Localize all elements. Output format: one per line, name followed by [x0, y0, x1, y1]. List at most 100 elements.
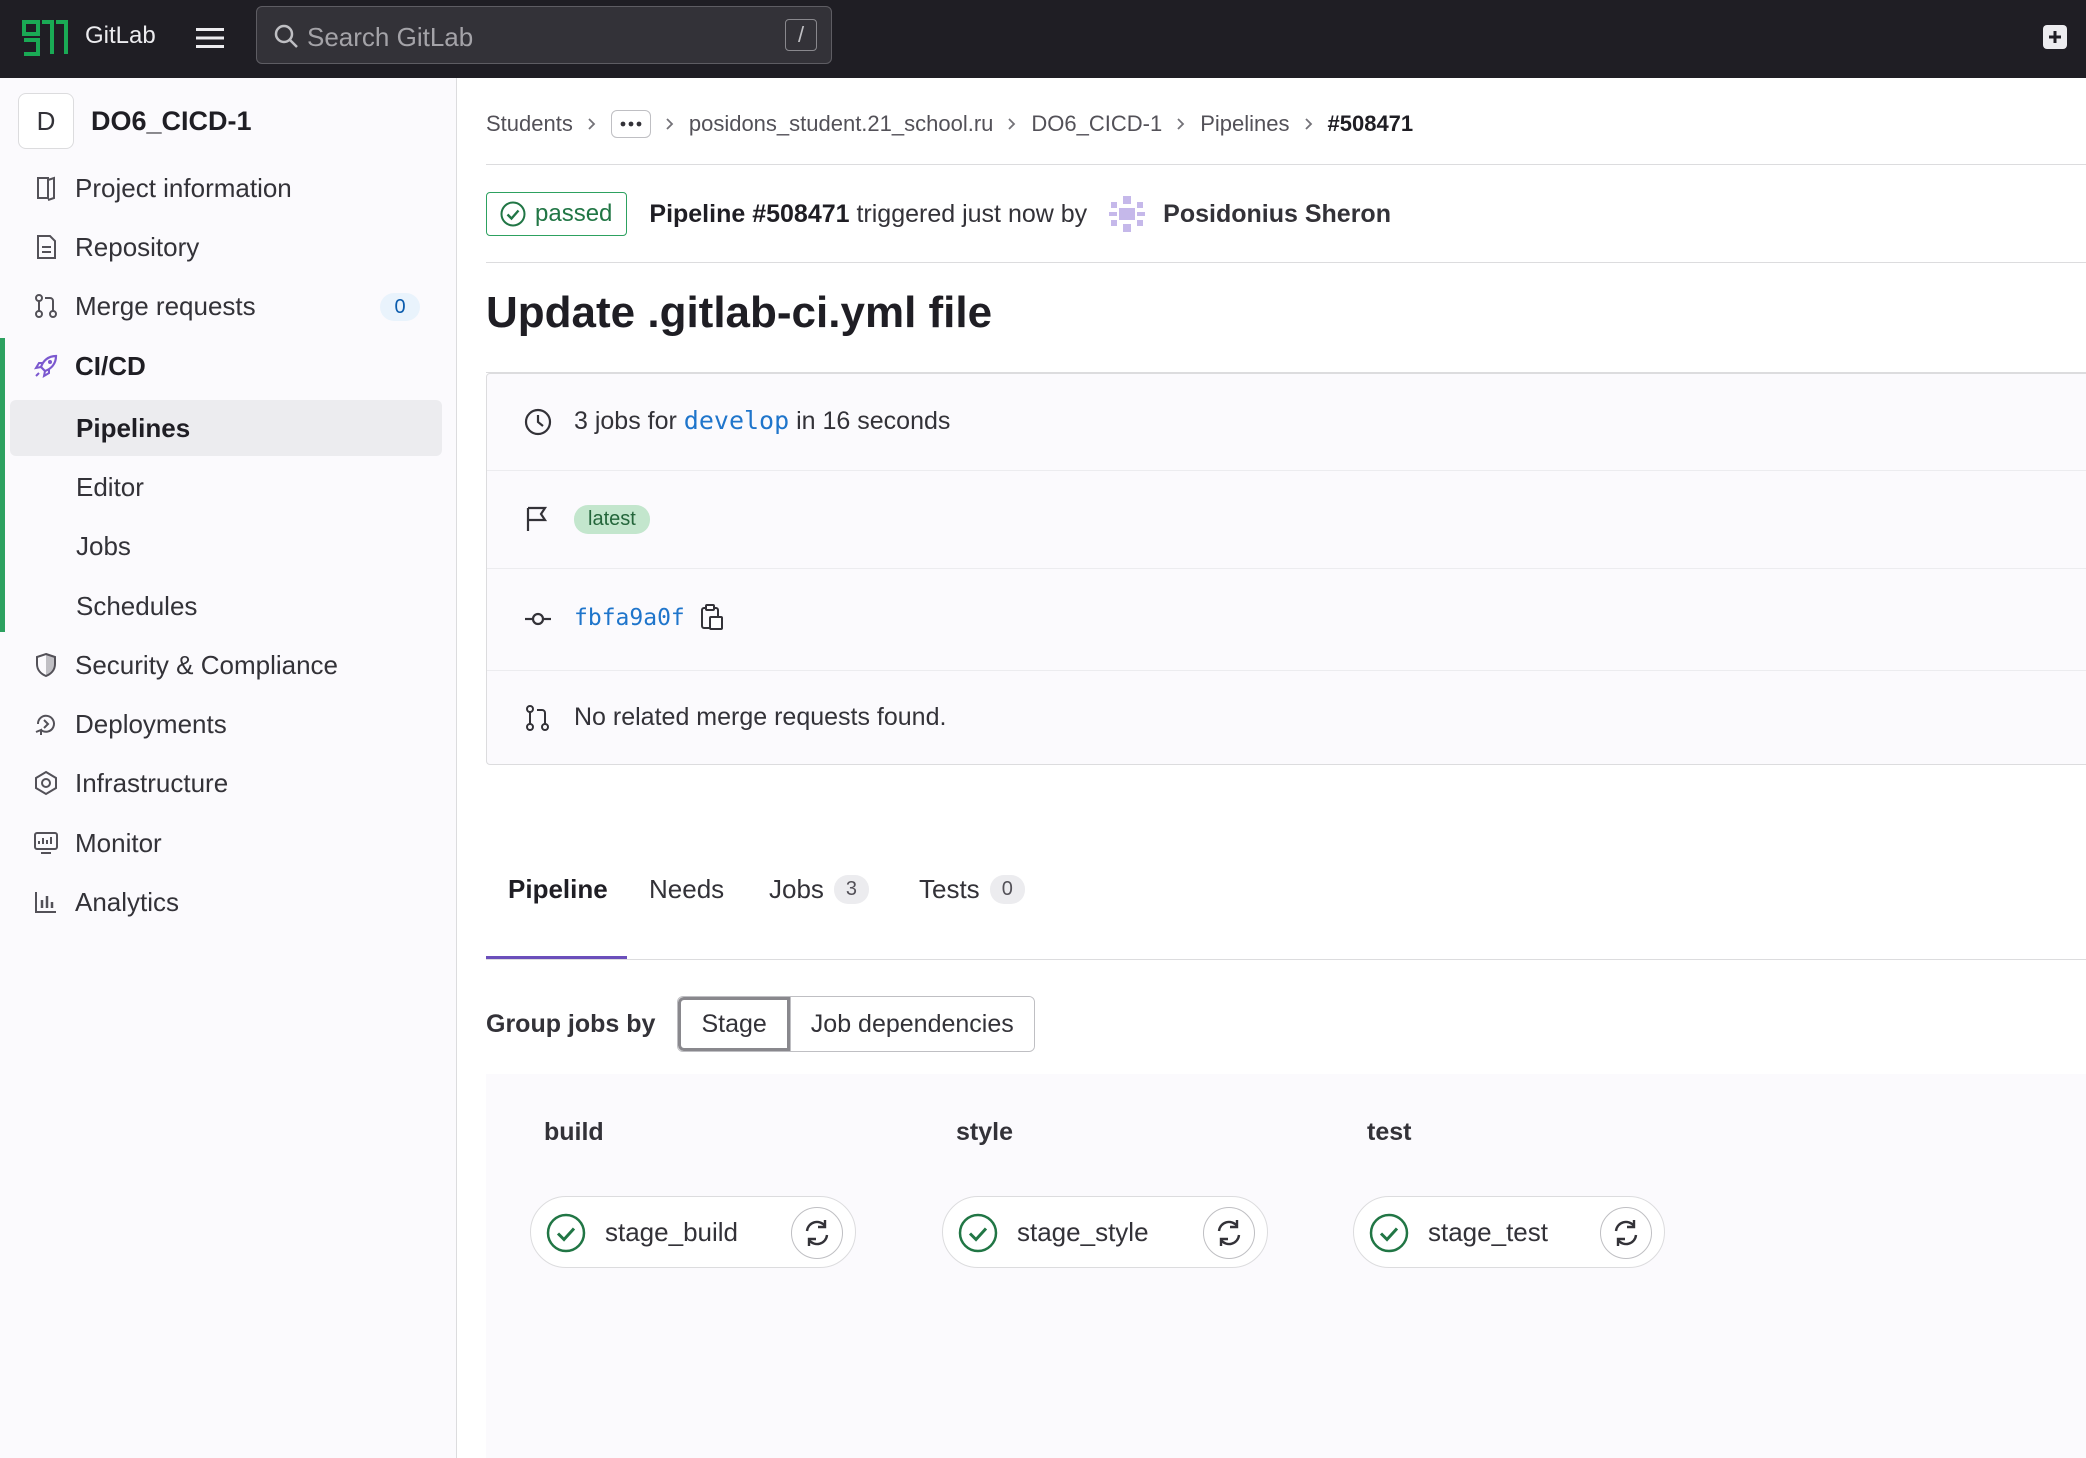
job-stage-test[interactable]: stage_test [1353, 1196, 1665, 1268]
latest-tag: latest [574, 505, 650, 534]
sidebar-item-label: Deployments [75, 709, 227, 739]
sidebar-item-repository[interactable]: Repository [10, 219, 442, 275]
logo-icon[interactable] [22, 18, 70, 58]
retry-button[interactable] [1600, 1207, 1652, 1259]
stage-column-build: build [486, 1118, 604, 1147]
sidebar-item-analytics[interactable]: Analytics [10, 874, 442, 930]
retry-icon [805, 1220, 829, 1246]
sidebar: D DO6_CICD-1 Project information Reposit… [0, 78, 457, 1458]
divider [486, 959, 2086, 960]
no-merge-requests-text: No related merge requests found. [574, 703, 947, 731]
search-shortcut: / [785, 19, 817, 51]
tab-tests[interactable]: Tests 0 [919, 818, 1025, 960]
shield-icon [36, 652, 56, 678]
jobs-count-text: 3 jobs for [574, 407, 677, 435]
tab-label: Needs [649, 873, 725, 904]
sidebar-item-security-compliance[interactable]: Security & Compliance [10, 637, 442, 693]
search-icon [274, 24, 298, 48]
divider [486, 262, 2086, 263]
jobs-summary: 3 jobs for develop in 16 seconds [574, 406, 950, 436]
pipeline-triggered-text: triggered just now by [856, 199, 1088, 228]
sidebar-item-schedules[interactable]: Schedules [10, 578, 442, 634]
project-header[interactable]: D DO6_CICD-1 [18, 88, 252, 154]
search-placeholder: Search GitLab [307, 22, 474, 52]
retry-button[interactable] [791, 1207, 843, 1259]
tags: latest [574, 503, 650, 534]
job-name: stage_style [1017, 1217, 1149, 1247]
breadcrumb-item[interactable]: DO6_CICD-1 [1031, 111, 1162, 137]
job-stage-style[interactable]: stage_style [942, 1196, 1268, 1268]
status-badge[interactable]: passed [486, 192, 628, 236]
sidebar-item-jobs[interactable]: Jobs [10, 518, 442, 574]
stage-title: test [1367, 1118, 1412, 1146]
main-content: Students posidons_student.21_school.ru D… [486, 78, 2086, 1458]
status-label: passed [535, 200, 613, 227]
sidebar-item-monitor[interactable]: Monitor [10, 815, 442, 871]
triggered-by-user[interactable]: Posidonius Sheron [1163, 200, 1391, 229]
branch-link[interactable]: develop [684, 406, 789, 435]
retry-button[interactable] [1203, 1207, 1255, 1259]
job-name: stage_build [605, 1217, 738, 1247]
sidebar-item-deployments[interactable]: Deployments [10, 696, 442, 752]
sidebar-item-label: Editor [76, 472, 144, 502]
sidebar-item-label: Monitor [75, 828, 162, 858]
copy-icon[interactable] [699, 603, 725, 633]
retry-icon [1217, 1220, 1241, 1246]
stage-title: build [544, 1118, 604, 1146]
sidebar-item-label: Project information [75, 173, 292, 203]
sidebar-item-merge-requests[interactable]: Merge requests 0 [10, 278, 442, 334]
group-by-job-dependencies-button[interactable]: Job dependencies [789, 997, 1034, 1051]
commit-sha: fbfa9a0f [574, 603, 725, 633]
breadcrumb: Students posidons_student.21_school.ru D… [486, 104, 1413, 144]
chevron-right-icon [1304, 118, 1312, 130]
tags-row: latest [487, 471, 2086, 567]
stage-column-style: style [898, 1118, 1013, 1147]
job-stage-build[interactable]: stage_build [530, 1196, 856, 1268]
tab-needs[interactable]: Needs [649, 818, 724, 960]
merge-requests-row: No related merge requests found. [487, 671, 2086, 765]
sidebar-item-cicd[interactable]: CI/CD [10, 338, 442, 394]
sidebar-item-label: Jobs [76, 531, 131, 561]
cicd-active-indicator [0, 338, 5, 632]
breadcrumb-current[interactable]: #508471 [1328, 111, 1414, 137]
page-title: Update .gitlab-ci.yml file [486, 288, 993, 337]
project-information-icon [37, 176, 55, 201]
breadcrumb-item[interactable]: Pipelines [1200, 111, 1289, 137]
sidebar-item-pipelines[interactable]: Pipelines [10, 400, 442, 456]
tab-pipeline[interactable]: Pipeline [508, 818, 608, 960]
brand-name[interactable]: GitLab [85, 22, 156, 50]
group-by-toggle: Stage Job dependencies [677, 996, 1035, 1052]
divider [486, 164, 2086, 165]
status-success-icon [958, 1213, 998, 1253]
new-item-icon[interactable] [2040, 22, 2070, 52]
breadcrumb-item[interactable]: Students [486, 111, 573, 137]
sidebar-item-label: Repository [75, 232, 200, 262]
sidebar-item-label: Infrastructure [75, 768, 229, 798]
tests-count-badge: 0 [989, 874, 1025, 904]
sidebar-item-label: Analytics [75, 887, 180, 917]
group-by-stage-button[interactable]: Stage [678, 997, 790, 1051]
sidebar-item-infrastructure[interactable]: Infrastructure [10, 755, 442, 811]
group-jobs-by: Group jobs by Stage Job dependencies [486, 996, 1035, 1052]
menu-icon[interactable] [194, 24, 226, 52]
sidebar-item-label: Security & Compliance [75, 650, 338, 680]
pipeline-summary: Pipeline #508471 triggered just now by [649, 200, 1087, 229]
search-input[interactable]: Search GitLab / [256, 6, 832, 64]
commit-sha-link[interactable]: fbfa9a0f [574, 605, 685, 631]
tab-label: Tests [919, 873, 980, 904]
duration-text: in 16 seconds [796, 407, 951, 435]
jobs-count-badge: 3 [833, 874, 870, 904]
flag-icon [526, 506, 548, 531]
sidebar-item-project-information[interactable]: Project information [10, 160, 442, 216]
breadcrumb-item[interactable]: posidons_student.21_school.ru [689, 111, 994, 137]
user-avatar[interactable] [1105, 192, 1150, 236]
tab-jobs[interactable]: Jobs 3 [769, 818, 870, 960]
pipeline-info-panel: 3 jobs for develop in 16 seconds latest … [486, 373, 2086, 765]
status-success-icon [1369, 1213, 1409, 1253]
chevron-right-icon [1177, 118, 1185, 130]
commit-icon [525, 612, 551, 626]
breadcrumb-more-button[interactable] [610, 110, 651, 138]
deployments-icon [35, 714, 55, 735]
sidebar-item-editor[interactable]: Editor [10, 459, 442, 515]
merge-requests-count: 0 [380, 293, 420, 321]
